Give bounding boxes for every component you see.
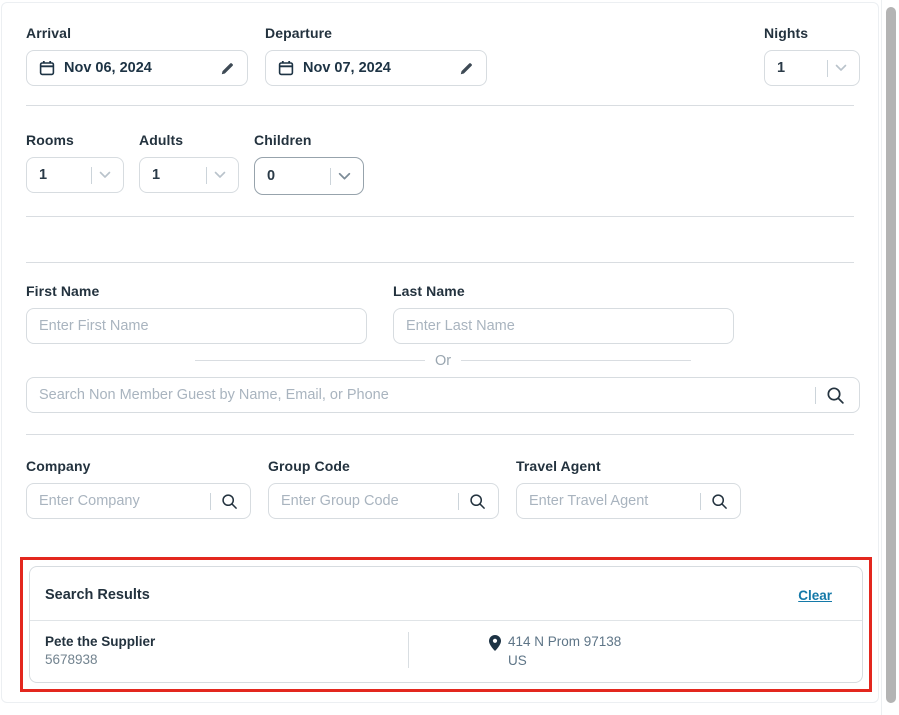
codes-row: Company Group Code [26, 458, 860, 519]
adults-value: 1 [152, 167, 160, 183]
arrival-label: Arrival [26, 25, 248, 41]
or-divider: Or [26, 352, 860, 369]
first-name-label: First Name [26, 283, 367, 299]
search-results-card: Search Results Clear Pete the Supplier 5… [29, 566, 863, 683]
location-pin-icon [489, 635, 501, 668]
first-name-input[interactable] [39, 318, 354, 334]
select-divider [330, 168, 331, 185]
search-icon[interactable] [826, 386, 845, 405]
scrollbar-thumb[interactable] [886, 7, 896, 703]
adults-label: Adults [139, 132, 239, 148]
rooms-value: 1 [39, 167, 47, 183]
travel-agent-field [516, 483, 741, 519]
occupancy-row: Rooms 1 Adults 1 [26, 132, 860, 195]
section-divider [26, 216, 854, 217]
clear-link[interactable]: Clear [798, 588, 832, 603]
nights-value: 1 [777, 60, 785, 76]
departure-date-value: Nov 07, 2024 [303, 60, 391, 76]
chevron-down-icon [214, 171, 226, 179]
group-code-input[interactable] [281, 493, 454, 509]
nights-select[interactable]: 1 [764, 50, 860, 86]
select-divider [827, 60, 828, 77]
search-icon[interactable] [711, 493, 728, 510]
rooms-select[interactable]: 1 [26, 157, 124, 193]
last-name-field [393, 308, 734, 344]
search-result-item[interactable]: Pete the Supplier 5678938 414 N Prom 971… [30, 621, 862, 682]
nights-label: Nights [764, 25, 860, 41]
departure-label: Departure [265, 25, 487, 41]
input-divider [458, 493, 459, 510]
input-divider [815, 387, 816, 404]
travel-agent-label: Travel Agent [516, 458, 741, 474]
divider-line [461, 360, 691, 361]
children-select[interactable]: 0 [254, 157, 364, 195]
input-divider [700, 493, 701, 510]
address-line-2: US [508, 653, 621, 668]
travel-agent-input[interactable] [529, 493, 696, 509]
company-label: Company [26, 458, 251, 474]
divider-line [195, 360, 425, 361]
result-id: 5678938 [45, 652, 408, 667]
result-identity: Pete the Supplier 5678938 [30, 632, 408, 668]
last-name-input[interactable] [406, 318, 721, 334]
arrival-date-field[interactable]: Nov 06, 2024 [26, 50, 248, 86]
rooms-label: Rooms [26, 132, 124, 148]
edit-icon[interactable] [220, 61, 235, 76]
section-divider [26, 262, 854, 263]
section-divider [26, 434, 854, 435]
adults-select[interactable]: 1 [139, 157, 239, 193]
select-divider [206, 167, 207, 184]
reservation-form-card: Arrival Nov 06, 2024 Departure [1, 2, 879, 703]
dates-row: Arrival Nov 06, 2024 Departure [26, 25, 860, 86]
chevron-down-icon [338, 172, 351, 181]
search-icon[interactable] [469, 493, 486, 510]
chevron-down-icon [835, 64, 847, 72]
company-input[interactable] [39, 493, 206, 509]
arrival-date-value: Nov 06, 2024 [64, 60, 152, 76]
search-results-title: Search Results [45, 587, 150, 603]
guest-name-row: First Name Last Name [26, 283, 860, 344]
search-results-header: Search Results Clear [30, 567, 862, 621]
children-label: Children [254, 132, 364, 148]
edit-icon[interactable] [459, 61, 474, 76]
non-member-search-field [26, 377, 860, 413]
group-code-label: Group Code [268, 458, 499, 474]
result-address: 414 N Prom 97138 US [409, 632, 621, 668]
first-name-field [26, 308, 367, 344]
group-code-field [268, 483, 499, 519]
result-name: Pete the Supplier [45, 634, 408, 649]
children-value: 0 [267, 168, 275, 184]
company-field [26, 483, 251, 519]
select-divider [91, 167, 92, 184]
search-icon[interactable] [221, 493, 238, 510]
search-results-highlight: Search Results Clear Pete the Supplier 5… [20, 557, 872, 692]
calendar-icon [39, 60, 55, 76]
or-text: Or [435, 353, 451, 369]
non-member-search-input[interactable] [39, 387, 811, 403]
input-divider [210, 493, 211, 510]
chevron-down-icon [99, 171, 111, 179]
departure-date-field[interactable]: Nov 07, 2024 [265, 50, 487, 86]
last-name-label: Last Name [393, 283, 734, 299]
section-divider [26, 105, 854, 106]
scrollbar-track[interactable] [881, 0, 899, 715]
calendar-icon [278, 60, 294, 76]
address-line-1: 414 N Prom 97138 [508, 634, 621, 649]
